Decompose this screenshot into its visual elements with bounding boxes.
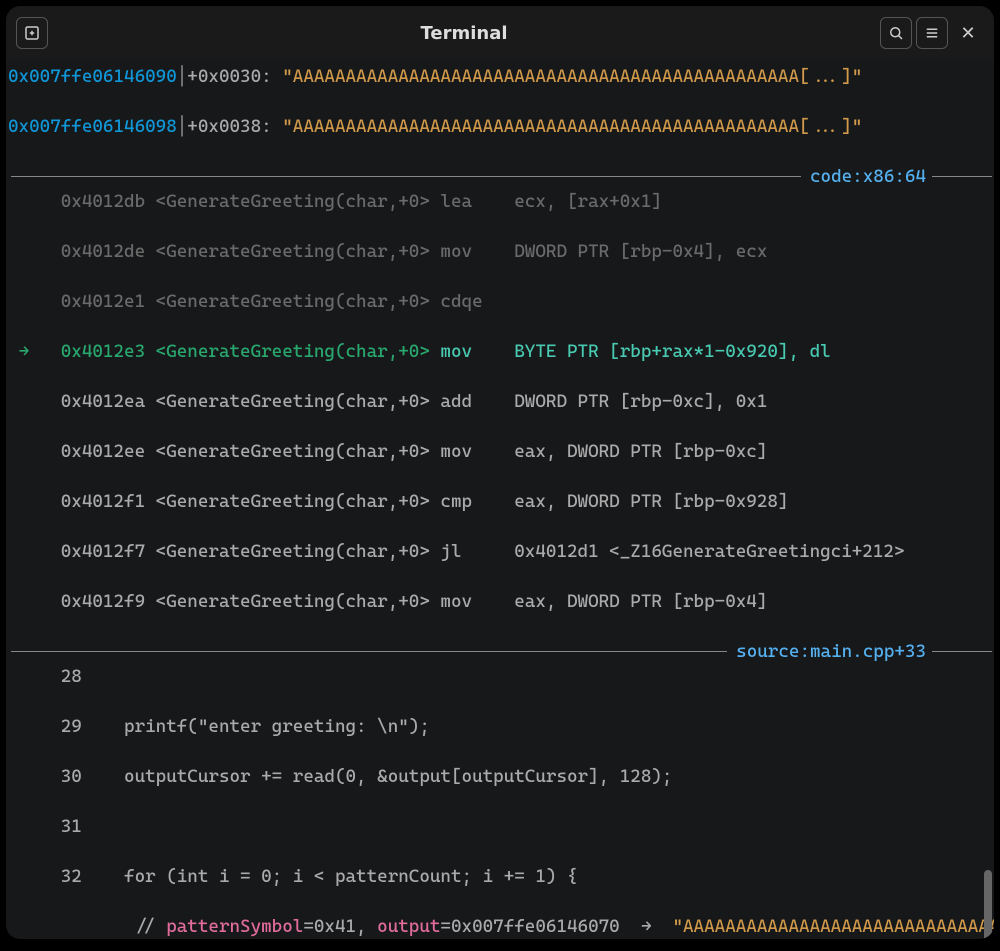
disassembly: 0x4012db <GenerateGreeting(char,+0> lea …	[8, 189, 992, 639]
terminal-body[interactable]: 0x007ffe06146090│+0x0030: "AAAAAAAAAAAAA…	[6, 60, 994, 939]
terminal-output: 0x007ffe06146090│+0x0030: "AAAAAAAAAAAAA…	[8, 64, 992, 164]
titlebar: Terminal ✕	[6, 6, 994, 60]
hamburger-icon	[923, 24, 941, 42]
search-button[interactable]	[880, 17, 912, 49]
stack-addr: 0x007ffe06146090	[8, 66, 177, 87]
new-tab-button[interactable]	[16, 17, 48, 49]
section-divider-source: source:main.cpp+33	[8, 639, 992, 664]
source-listing: 28 29 printf("enter greeting: \n"); 30 o…	[8, 664, 992, 939]
window-title: Terminal	[48, 21, 880, 46]
scrollbar-thumb[interactable]	[984, 870, 992, 939]
search-icon	[887, 24, 905, 42]
section-divider-code: code:x86:64	[8, 164, 992, 189]
close-button[interactable]: ✕	[952, 17, 984, 49]
terminal-window: Terminal ✕ 0x007ffe06146090│+0x0030: "AA…	[6, 6, 994, 939]
plus-box-icon	[23, 24, 41, 42]
stack-addr: 0x007ffe06146098	[8, 116, 177, 137]
close-icon: ✕	[960, 21, 975, 46]
menu-button[interactable]	[916, 17, 948, 49]
